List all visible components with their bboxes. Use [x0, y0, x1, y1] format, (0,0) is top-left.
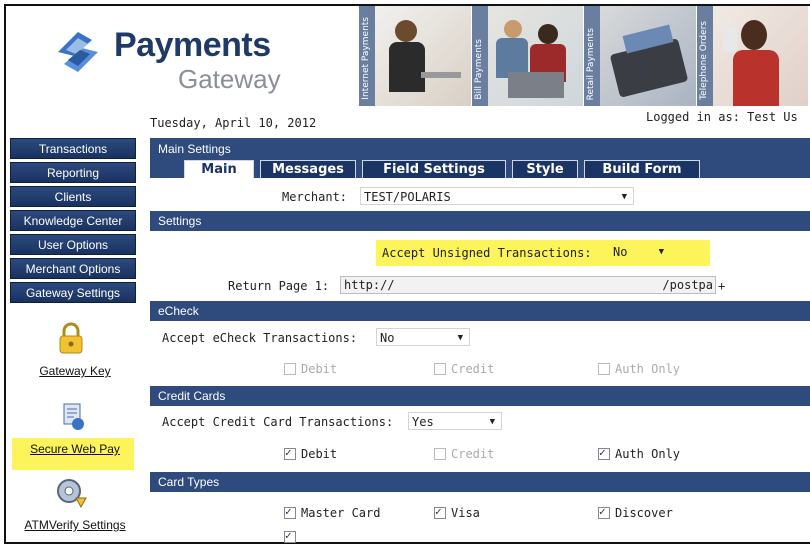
credit-cards-section-header: Credit Cards [150, 386, 810, 406]
logged-in-status: Logged in as: Test Us [646, 110, 798, 124]
brand-title: Payments [114, 26, 271, 64]
tab-main[interactable]: Main [184, 160, 254, 178]
lock-icon [59, 322, 83, 354]
accept-credit-card-label: Accept Credit Card Transactions: [162, 415, 394, 429]
banner-panel-telephone: Telephone Orders [695, 6, 808, 106]
echeck-auth-only-checkbox[interactable]: Auth Only [598, 362, 680, 376]
current-date: Tuesday, April 10, 2012 [150, 116, 317, 130]
echeck-section-header: eCheck [150, 301, 810, 321]
settings-section-header: Settings [150, 211, 810, 231]
accept-echeck-select[interactable]: No ▼ [376, 328, 470, 346]
sidebar-item-merchant-options[interactable]: Merchant Options [10, 258, 136, 279]
main-settings-header: Main Settings Main Messages Field Settin… [150, 138, 810, 178]
secure-web-pay-icon [63, 403, 84, 430]
card-types-section-header: Card Types [150, 472, 810, 492]
credit-credit-checkbox[interactable]: Credit [434, 447, 494, 461]
credit-debit-checkbox[interactable]: Debit [284, 446, 337, 461]
tab-field-settings[interactable]: Field Settings [362, 160, 506, 178]
credit-auth-only-checkbox[interactable]: Auth Only [598, 446, 680, 461]
sidebar-nav: Transactions Reporting Clients Knowledge… [10, 138, 140, 306]
secure-web-pay-link[interactable]: Secure Web Pay [10, 442, 140, 456]
accept-unsigned-select[interactable]: No ▼ [610, 243, 670, 261]
card-type-partial-checkbox[interactable] [284, 529, 301, 543]
return-page-label: Return Page 1: [228, 279, 330, 293]
atm-verify-settings-icon [57, 479, 87, 509]
add-return-page-button[interactable]: + [718, 279, 725, 293]
merchant-label: Merchant: [282, 190, 348, 204]
brand-subtitle: Gateway [178, 64, 281, 94]
banner-panel-bill: Bill Payments [470, 6, 583, 106]
accept-unsigned-label: Accept Unsigned Transactions: [382, 246, 592, 260]
tab-build-form[interactable]: Build Form [584, 160, 700, 178]
echeck-debit-checkbox[interactable]: Debit [284, 362, 337, 376]
sidebar-item-gateway-settings[interactable]: Gateway Settings [10, 282, 136, 303]
header-banner: Internet Payments Bill Payments Retail P… [358, 6, 808, 106]
sidebar-item-reporting[interactable]: Reporting [10, 162, 136, 183]
card-type-visa-checkbox[interactable]: Visa [434, 505, 480, 520]
atm-verify-settings-link[interactable]: ATMVerify Settings [10, 518, 140, 532]
accept-echeck-label: Accept eCheck Transactions: [162, 331, 358, 345]
main-settings-title: Main Settings [158, 142, 231, 156]
banner-panel-internet: Internet Payments [358, 6, 471, 106]
card-type-discover-checkbox[interactable]: Discover [598, 505, 673, 520]
sidebar-item-knowledge-center[interactable]: Knowledge Center [10, 210, 136, 231]
sidebar-item-transactions[interactable]: Transactions [10, 138, 136, 159]
sidebar-item-clients[interactable]: Clients [10, 186, 136, 207]
return-page-input[interactable]: http:// /postpa [340, 276, 716, 294]
gateway-key-link[interactable]: Gateway Key [10, 364, 140, 378]
logo: Payments Gateway [48, 14, 308, 104]
banner-panel-retail: Retail Payments [583, 6, 696, 106]
tab-messages[interactable]: Messages [260, 160, 356, 178]
card-type-mastercard-checkbox[interactable]: Master Card [284, 505, 380, 520]
logo-mark-icon [58, 32, 98, 72]
echeck-credit-checkbox[interactable]: Credit [434, 362, 494, 376]
tab-style[interactable]: Style [512, 160, 578, 178]
accept-credit-card-select[interactable]: Yes ▼ [408, 412, 502, 430]
sidebar-item-user-options[interactable]: User Options [10, 234, 136, 255]
merchant-select[interactable]: TEST/POLARIS ▼ [360, 187, 634, 205]
